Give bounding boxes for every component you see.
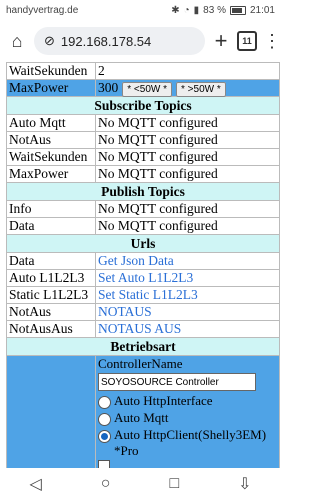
- betriebsart-row: ControllerName Auto HttpInterface Auto M…: [6, 355, 280, 468]
- row-key: WaitSekunden: [6, 62, 96, 80]
- row-value: No MQTT configured: [95, 148, 280, 166]
- battery-percent: 83 %: [203, 4, 226, 16]
- row-value: No MQTT configured: [95, 131, 280, 149]
- row-key: NotAus: [6, 131, 96, 149]
- row-key: Static L1L2L3: [6, 286, 96, 304]
- row-value: No MQTT configured: [95, 165, 280, 183]
- row-key: NotAusAus: [6, 320, 96, 338]
- checkbox[interactable]: [98, 460, 110, 468]
- publish-title: Publish Topics: [6, 182, 280, 201]
- json-data-link[interactable]: Get Json Data: [98, 253, 174, 268]
- row-key: Data: [6, 217, 96, 235]
- clock: 21:01: [249, 4, 275, 16]
- increase-power-button[interactable]: * >50W *: [176, 82, 226, 97]
- bluetooth-icon: ✱: [171, 4, 180, 16]
- page-content: WaitSekunden 2 MaxPower 300 * <50W * * >50…: [0, 62, 281, 468]
- radio-button[interactable]: [98, 396, 111, 409]
- carrier-label: handyvertrag.de: [6, 4, 79, 16]
- radio-button[interactable]: [98, 413, 111, 426]
- controller-name-label: ControllerName: [98, 356, 183, 371]
- row-key: MaxPower: [6, 165, 96, 183]
- tab-switcher-icon[interactable]: 11: [237, 31, 257, 51]
- hide-nav-icon[interactable]: ⇩: [238, 474, 251, 494]
- radio-option[interactable]: Auto HttpInterface: [98, 393, 277, 409]
- table-row: WaitSekunden 2: [6, 62, 280, 80]
- table-row: Static L1L2L3 Set Static L1L2L3: [6, 286, 280, 304]
- betriebsart-form: ControllerName Auto HttpInterface Auto M…: [95, 355, 280, 468]
- back-icon[interactable]: ◁: [29, 474, 41, 494]
- row-value-cell: Set Auto L1L2L3: [95, 269, 280, 287]
- new-tab-icon[interactable]: +: [211, 28, 231, 54]
- notaus-link[interactable]: NOTAUS: [98, 304, 152, 319]
- table-row: WaitSekunden No MQTT configured: [6, 148, 280, 166]
- table-row: Info No MQTT configured: [6, 200, 280, 218]
- row-key: WaitSekunden: [6, 148, 96, 166]
- address-bar[interactable]: ⊘ 192.168.178.54: [34, 27, 205, 55]
- row-value: No MQTT configured: [95, 217, 280, 235]
- row-value: 2: [95, 62, 280, 80]
- set-auto-link[interactable]: Set Auto L1L2L3: [98, 270, 193, 285]
- row-value-cell: 300 * <50W * * >50W *: [95, 79, 280, 97]
- radio-label: Auto HttpInterface: [114, 393, 213, 408]
- row-value-cell: Get Json Data: [95, 252, 280, 270]
- wifi-icon: ◔: [183, 4, 190, 16]
- urls-title: Urls: [6, 234, 280, 253]
- radio-option[interactable]: Auto Mqtt: [98, 410, 277, 426]
- set-static-link[interactable]: Set Static L1L2L3: [98, 287, 198, 302]
- notaus-aus-link[interactable]: NOTAUS AUS: [98, 321, 181, 336]
- radio-label: Auto HttpClient(Shelly3EM) *Pro: [114, 427, 267, 458]
- section-header: Betriebsart: [6, 337, 280, 356]
- decrease-power-button[interactable]: * <50W *: [122, 82, 172, 97]
- row-key: Auto L1L2L3: [6, 269, 96, 287]
- table-row: Data Get Json Data: [6, 252, 280, 270]
- row-key-empty: [6, 355, 96, 468]
- settings-table: WaitSekunden 2 MaxPower 300 * <50W * * >50…: [6, 62, 280, 468]
- signal-icon: ▮: [193, 4, 200, 16]
- table-row: NotAus No MQTT configured: [6, 131, 280, 149]
- row-value: No MQTT configured: [95, 114, 280, 132]
- row-key: Data: [6, 252, 96, 270]
- row-value: No MQTT configured: [95, 200, 280, 218]
- subscribe-title: Subscribe Topics: [6, 96, 280, 115]
- status-right: ✱ ◔ ▮ 83 % 21:01: [171, 5, 275, 16]
- maxpower-value: 300: [98, 80, 119, 95]
- row-value-cell: NOTAUS AUS: [95, 320, 280, 338]
- status-bar: handyvertrag.de ✱ ◔ ▮ 83 % 21:01: [0, 0, 281, 20]
- table-row: Auto Mqtt No MQTT configured: [6, 114, 280, 132]
- section-header: Subscribe Topics: [6, 96, 280, 115]
- radio-option[interactable]: Auto HttpClient(Shelly3EM) *Pro: [98, 427, 277, 459]
- row-value-cell: Set Static L1L2L3: [95, 286, 280, 304]
- row-key: Info: [6, 200, 96, 218]
- radio-button-selected[interactable]: [98, 430, 111, 443]
- table-row: MaxPower No MQTT configured: [6, 165, 280, 183]
- section-header: Publish Topics: [6, 182, 280, 201]
- url-text: 192.168.178.54: [60, 33, 152, 49]
- table-row-maxpower: MaxPower 300 * <50W * * >50W *: [6, 79, 280, 97]
- table-row: NotAus NOTAUS: [6, 303, 280, 321]
- radio-label: Auto Mqtt: [114, 410, 169, 425]
- android-nav-bar: ◁ ○ □ ⇩: [0, 468, 281, 500]
- home-circle-icon[interactable]: ○: [101, 475, 111, 493]
- row-key: NotAus: [6, 303, 96, 321]
- table-row: Auto L1L2L3 Set Auto L1L2L3: [6, 269, 280, 287]
- row-key: Auto Mqtt: [6, 114, 96, 132]
- battery-icon: [229, 5, 246, 15]
- browser-toolbar: ⌂ ⊘ 192.168.178.54 + 11 ⋮: [0, 20, 281, 62]
- home-icon[interactable]: ⌂: [6, 31, 28, 52]
- betriebsart-title: Betriebsart: [6, 337, 280, 356]
- row-value-cell: NOTAUS: [95, 303, 280, 321]
- row-key: MaxPower: [6, 79, 96, 97]
- site-info-icon[interactable]: ⊘: [44, 33, 55, 49]
- menu-icon[interactable]: ⋮: [263, 32, 281, 50]
- table-row: NotAusAus NOTAUS AUS: [6, 320, 280, 338]
- section-header: Urls: [6, 234, 280, 253]
- recents-icon[interactable]: □: [169, 475, 179, 493]
- table-row: Data No MQTT configured: [6, 217, 280, 235]
- controller-name-input[interactable]: [98, 373, 256, 391]
